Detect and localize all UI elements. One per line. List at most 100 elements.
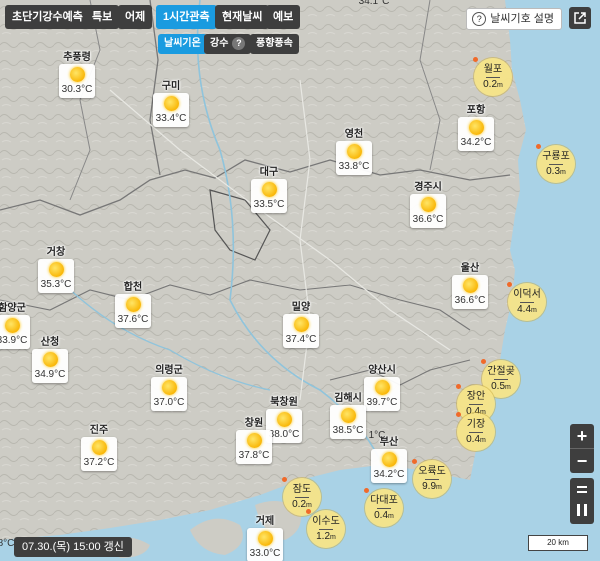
station-marker[interactable]: 대구 33.5°C — [249, 167, 289, 213]
station-name: 포항 — [466, 105, 486, 116]
station-temperature: 34.1°C — [358, 0, 390, 7]
tab-forecast[interactable]: 예보 — [266, 5, 301, 29]
station-temperature: 34.9°C — [34, 369, 66, 380]
sunny-icon — [4, 318, 20, 333]
wave-dot — [507, 282, 512, 287]
wave-height: 9.9m — [422, 480, 442, 492]
station-temperature: 37.4°C — [285, 334, 317, 345]
update-time-label: 07.30.(목) 15:00 갱신 — [14, 537, 132, 557]
station-marker[interactable]: 양산시 39.7°C — [362, 365, 402, 411]
station-marker[interactable]: 밀양 37.4°C — [281, 302, 321, 348]
tab-current-weather[interactable]: 현재날씨 — [215, 5, 270, 29]
wave-marker[interactable]: 다대포 0.4m — [364, 488, 403, 527]
wave-dot — [282, 477, 287, 482]
station-marker[interactable]: 구미 33.4°C — [151, 81, 191, 127]
wave-marker[interactable]: 월포 0.2m — [473, 57, 512, 96]
station-name: 거제 — [255, 516, 275, 527]
zoom-in-button[interactable]: + — [570, 424, 594, 448]
sunny-icon — [163, 96, 179, 111]
help-icon[interactable]: ? — [232, 37, 246, 50]
station-marker[interactable]: 진주 37.2°C — [79, 425, 119, 471]
station-temperature: 33.0°C — [249, 548, 281, 559]
station-name: 대구 — [259, 167, 279, 178]
station-name: 함양군 — [0, 303, 26, 314]
station-temperature: 37.8°C — [238, 450, 270, 461]
station-marker[interactable]: 34.1°C — [354, 0, 394, 8]
sunny-icon — [346, 144, 362, 159]
weather-map[interactable]: 추풍령 30.3°C 구미 33.4°C 영천 33.8°C 포항 34.2°C… — [0, 0, 600, 561]
wave-marker[interactable]: 이수도 1.2m — [306, 509, 345, 548]
station-marker[interactable]: 울산 36.6°C — [450, 263, 490, 309]
sunny-icon — [276, 412, 292, 427]
wave-height: 0.4m — [466, 433, 486, 445]
sunny-icon — [161, 380, 177, 395]
sunny-icon — [246, 433, 262, 448]
station-marker[interactable]: 합천 37.6°C — [113, 282, 153, 328]
station-name: 진주 — [89, 425, 109, 436]
station-marker[interactable]: 영천 33.8°C — [334, 129, 374, 175]
station-temperature: 33.4°C — [155, 113, 187, 124]
sunny-icon — [125, 297, 141, 312]
wave-dot — [473, 57, 478, 62]
station-marker[interactable]: 경주시 36.6°C — [408, 182, 448, 228]
station-name: 합천 — [123, 282, 143, 293]
zoom-out-button[interactable]: − — [570, 449, 594, 473]
wave-marker[interactable]: 오륙도 9.9m — [412, 459, 451, 498]
station-name: 구미 — [161, 81, 181, 92]
station-marker[interactable]: 거창 35.3°C — [36, 247, 76, 293]
sunny-icon — [91, 440, 107, 455]
wave-station-name: 기장 — [466, 418, 486, 430]
wave-station-name: 잠도 — [292, 483, 312, 495]
station-marker[interactable]: 창원 37.8°C — [234, 418, 274, 464]
station-marker[interactable]: 추풍령 30.3°C — [57, 52, 97, 98]
sunny-icon — [257, 531, 273, 546]
station-marker[interactable]: 부산 34.2°C — [369, 437, 409, 483]
legend-label: 날씨기호 설명 — [490, 13, 554, 25]
sunny-icon — [340, 408, 356, 423]
layer-panel-button[interactable] — [570, 478, 594, 524]
tab-nowcast-precip[interactable]: 초단기강수예측 — [5, 5, 90, 29]
wave-station-name: 다대포 — [370, 494, 398, 506]
tab-precipitation[interactable]: 강수? — [204, 34, 252, 54]
weather-legend-button[interactable]: ? 날씨기호 설명 — [466, 8, 562, 30]
station-marker[interactable]: 산청 34.9°C — [30, 337, 70, 383]
wave-dot — [412, 459, 417, 464]
wave-marker[interactable]: 기장 0.4m — [456, 412, 495, 451]
sunny-icon — [374, 380, 390, 395]
station-name: 양산시 — [368, 365, 396, 376]
wave-marker[interactable]: 구룡포 0.3m — [536, 144, 575, 183]
wave-dot — [364, 488, 369, 493]
tab-warning[interactable]: 특보 — [85, 5, 120, 29]
wave-marker[interactable]: 이덕서 4.4m — [507, 282, 546, 321]
tab-hourly-observation[interactable]: 1시간관측 — [156, 5, 217, 29]
tab-wind[interactable]: 풍향풍속 — [250, 34, 299, 54]
help-icon: ? — [472, 12, 487, 26]
wave-dot — [536, 144, 541, 149]
station-temperature: 38.5°C — [332, 425, 364, 436]
open-external-button[interactable] — [569, 7, 591, 29]
sunny-icon — [462, 278, 478, 293]
station-temperature: 34.2°C — [373, 469, 405, 480]
tab-weather-temperature[interactable]: 날씨기온 — [158, 34, 207, 54]
station-name: 울산 — [460, 263, 480, 274]
station-temperature-partial: 1°C — [368, 430, 386, 441]
wave-station-name: 월포 — [483, 63, 503, 75]
station-name: 거창 — [46, 247, 66, 258]
wave-height: 0.4m — [374, 509, 394, 521]
station-name: 경주시 — [414, 182, 442, 193]
station-marker[interactable]: 함양군 33.9°C — [0, 303, 32, 349]
station-temperature: 37.0°C — [153, 397, 185, 408]
sunny-icon — [261, 182, 277, 197]
wave-station-name: 간절곶 — [487, 365, 515, 377]
zoom-control: + − — [570, 424, 594, 473]
tab-yesterday[interactable]: 어제 — [118, 5, 153, 29]
station-temperature: 33.8°C — [338, 161, 370, 172]
station-marker[interactable]: 포항 34.2°C — [456, 105, 496, 151]
station-name: 추풍령 — [63, 52, 91, 63]
station-marker[interactable]: 의령군 37.0°C — [149, 365, 189, 411]
wave-station-name: 이수도 — [312, 515, 340, 527]
station-marker[interactable]: 김해시 38.5°C — [328, 393, 368, 439]
station-marker[interactable]: 거제 33.0°C — [245, 516, 285, 561]
station-temperature: 33.9°C — [0, 335, 28, 346]
station-temperature: 35.3°C — [40, 279, 72, 290]
